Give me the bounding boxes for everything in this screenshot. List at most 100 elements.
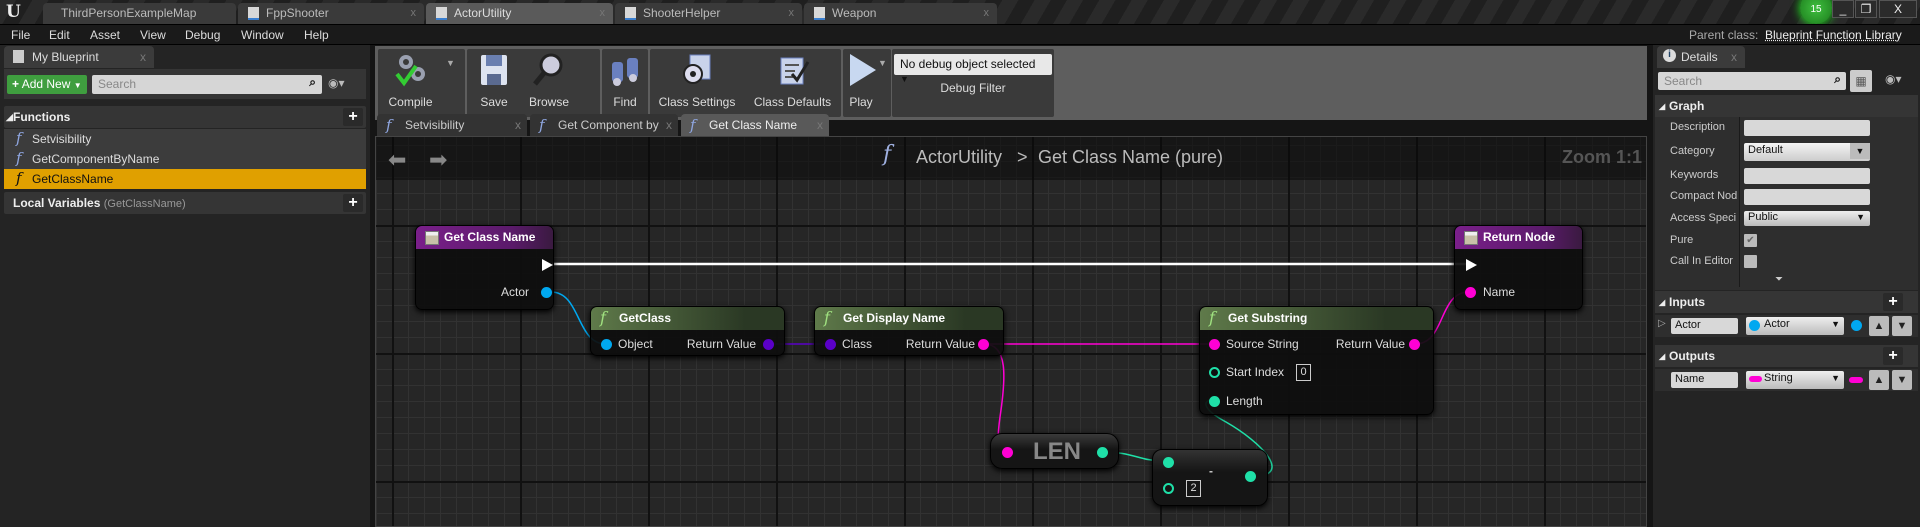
details-tab[interactable]: i Details x bbox=[1657, 46, 1745, 68]
return-value-pin[interactable] bbox=[978, 339, 989, 350]
function-item-setvisibility[interactable]: f Setvisibility bbox=[4, 129, 366, 149]
keywords-input[interactable] bbox=[1744, 168, 1870, 184]
blueprint-graph-canvas[interactable]: ⬅ ➡ f ActorUtility > Get Class Name (pur… bbox=[375, 136, 1647, 527]
length-out-pin[interactable] bbox=[1097, 447, 1108, 458]
visibility-eye-icon[interactable]: ◉▾ bbox=[328, 76, 345, 90]
menu-help[interactable]: Help bbox=[304, 28, 329, 42]
graph-section-header[interactable]: ◢ Graph bbox=[1655, 95, 1918, 117]
graph-tab-getclassname[interactable]: f Get Class Name x bbox=[681, 114, 829, 136]
class-defaults-button[interactable]: Class Defaults bbox=[744, 46, 841, 114]
description-input[interactable] bbox=[1744, 120, 1870, 136]
start-index-pin[interactable] bbox=[1209, 367, 1220, 378]
string-in-pin[interactable] bbox=[1002, 447, 1013, 458]
menu-view[interactable]: View bbox=[140, 28, 166, 42]
menu-asset[interactable]: Asset bbox=[90, 28, 120, 42]
graph-tab-getcomponentby[interactable]: f Get Component by x bbox=[530, 114, 678, 136]
close-tab-icon[interactable]: x bbox=[817, 118, 823, 132]
b-in-pin[interactable] bbox=[1163, 483, 1174, 494]
debug-object-dropdown[interactable]: No debug object selected ▼ bbox=[894, 54, 1052, 84]
minimize-button[interactable]: _ bbox=[1832, 0, 1854, 18]
tab-weapon[interactable]: Weapon x bbox=[804, 3, 997, 24]
close-tab-icon[interactable]: x bbox=[140, 50, 146, 64]
return-value-pin[interactable] bbox=[1409, 339, 1420, 350]
node-return[interactable]: Return Node Name bbox=[1454, 225, 1583, 310]
access-specifier-dropdown[interactable]: Public ▼ bbox=[1744, 211, 1870, 226]
close-tab-icon[interactable]: x bbox=[515, 118, 521, 132]
output-type-dropdown[interactable]: String ▼ bbox=[1746, 371, 1844, 389]
node-get-class-name-entry[interactable]: Get Class Name Actor bbox=[415, 225, 554, 310]
source-string-pin[interactable] bbox=[1209, 339, 1220, 350]
exec-in-pin[interactable] bbox=[1466, 259, 1477, 271]
object-in-pin[interactable] bbox=[601, 339, 612, 350]
outputs-section-header[interactable]: ◢ Outputs bbox=[1655, 345, 1918, 367]
menu-debug[interactable]: Debug bbox=[185, 28, 220, 42]
add-new-button[interactable]: + Add New ▼ bbox=[7, 75, 87, 94]
inputs-section-header[interactable]: ◢ Inputs bbox=[1655, 291, 1918, 313]
class-in-pin[interactable] bbox=[825, 339, 836, 350]
add-local-variable-button[interactable]: + bbox=[343, 194, 363, 212]
node-len[interactable]: LEN bbox=[990, 433, 1119, 469]
call-in-editor-checkbox[interactable] bbox=[1744, 255, 1757, 268]
add-input-button[interactable]: + bbox=[1883, 293, 1903, 311]
graph-tab-setvisibility[interactable]: f Setvisibility x bbox=[377, 114, 527, 136]
notification-badge[interactable]: 15 bbox=[1800, 0, 1832, 24]
move-down-button[interactable]: ▼ bbox=[1892, 316, 1912, 336]
close-tab-icon[interactable]: x bbox=[600, 7, 606, 19]
details-search-input[interactable]: Search ⌕ bbox=[1658, 72, 1846, 90]
parent-class-link[interactable]: Blueprint Function Library bbox=[1765, 28, 1902, 42]
input-name-field[interactable]: Actor bbox=[1671, 318, 1738, 334]
a-in-pin[interactable] bbox=[1163, 457, 1174, 468]
blueprint-search-input[interactable]: Search ⌕ bbox=[92, 75, 322, 94]
tab-shooterhelper[interactable]: ShooterHelper x bbox=[615, 3, 802, 24]
menu-edit[interactable]: Edit bbox=[49, 28, 70, 42]
tab-actorutility[interactable]: ActorUtility x bbox=[426, 3, 613, 24]
local-variables-header[interactable]: Local Variables (GetClassName) bbox=[4, 192, 366, 214]
compact-node-title-input[interactable] bbox=[1744, 189, 1870, 205]
actor-out-pin[interactable] bbox=[541, 287, 552, 298]
function-item-getcomponentbyname[interactable]: f GetComponentByName bbox=[4, 149, 366, 169]
node-subtract[interactable]: 2 - bbox=[1152, 449, 1268, 506]
start-index-input[interactable]: 0 bbox=[1296, 364, 1311, 381]
length-pin[interactable] bbox=[1209, 396, 1220, 407]
close-tab-icon[interactable]: x bbox=[789, 7, 795, 19]
compile-button[interactable]: Compile bbox=[378, 46, 443, 114]
find-button[interactable]: Find bbox=[602, 46, 648, 114]
return-value-pin[interactable] bbox=[763, 339, 774, 350]
class-settings-button[interactable]: Class Settings bbox=[650, 46, 744, 114]
function-item-getclassname[interactable]: f GetClassName bbox=[4, 169, 366, 189]
menu-window[interactable]: Window bbox=[241, 28, 284, 42]
node-get-display-name[interactable]: f Get Display Name Class Return Value bbox=[814, 306, 1004, 356]
my-blueprint-tab[interactable]: My Blueprint x bbox=[4, 46, 154, 68]
close-tab-icon[interactable]: x bbox=[411, 7, 417, 19]
compile-options-dropdown[interactable]: ▼ bbox=[446, 58, 455, 68]
name-in-pin[interactable] bbox=[1465, 287, 1476, 298]
close-tab-icon[interactable]: x bbox=[1731, 50, 1737, 64]
visibility-eye-icon[interactable]: ◉▾ bbox=[1885, 72, 1902, 86]
b-value-input[interactable]: 2 bbox=[1186, 480, 1201, 497]
functions-header[interactable]: ◢ Functions bbox=[4, 106, 366, 128]
exec-out-pin[interactable] bbox=[542, 259, 553, 271]
close-tab-icon[interactable]: x bbox=[984, 7, 990, 19]
move-up-button[interactable]: ▲ bbox=[1869, 370, 1889, 390]
tab-thirdpersonexamplemap[interactable]: ThirdPersonExampleMap bbox=[43, 3, 236, 24]
add-output-button[interactable]: + bbox=[1883, 347, 1903, 365]
output-name-field[interactable]: Name bbox=[1671, 372, 1738, 388]
input-type-dropdown[interactable]: Actor ▼ bbox=[1746, 317, 1844, 335]
expand-advanced-icon[interactable]: ⏷ bbox=[1775, 274, 1783, 285]
save-button[interactable]: Save bbox=[467, 46, 521, 114]
node-get-substring[interactable]: f Get Substring Source String Return Valu… bbox=[1199, 306, 1434, 415]
property-matrix-icon[interactable]: ▦ bbox=[1850, 70, 1872, 92]
expand-arrow-icon[interactable]: ▷ bbox=[1658, 318, 1666, 329]
pure-checkbox[interactable]: ✔ bbox=[1744, 234, 1757, 247]
tab-fppshooter[interactable]: FppShooter x bbox=[238, 3, 424, 24]
category-dropdown[interactable]: Default ▼ bbox=[1744, 143, 1870, 161]
menu-file[interactable]: File bbox=[11, 28, 30, 42]
move-up-button[interactable]: ▲ bbox=[1869, 316, 1889, 336]
close-window-button[interactable]: X bbox=[1879, 0, 1917, 18]
add-function-button[interactable]: + bbox=[343, 108, 363, 126]
play-options-dropdown[interactable]: ▼ bbox=[878, 58, 887, 68]
browse-button[interactable]: Browse bbox=[521, 46, 577, 114]
restore-button[interactable]: ❐ bbox=[1855, 0, 1877, 18]
move-down-button[interactable]: ▼ bbox=[1892, 370, 1912, 390]
result-out-pin[interactable] bbox=[1245, 471, 1256, 482]
